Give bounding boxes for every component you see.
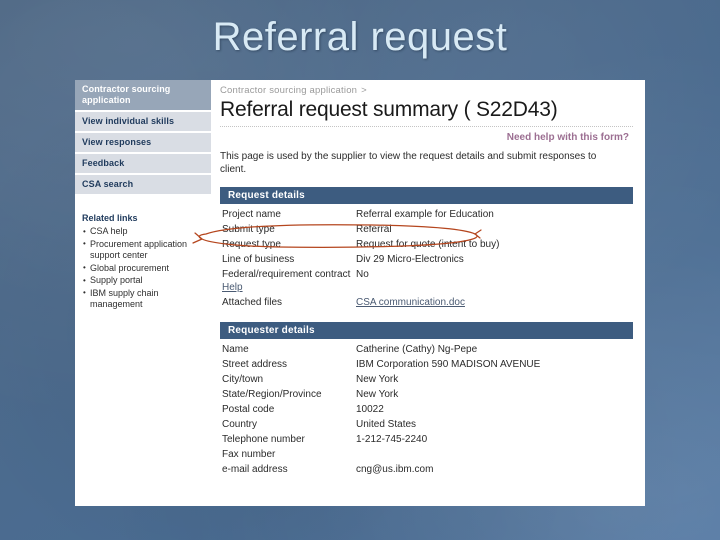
sidebar-item-label: View responses bbox=[82, 137, 152, 147]
related-link-csa-help[interactable]: CSA help bbox=[75, 226, 211, 239]
sidebar-item-csa-search[interactable]: CSA search bbox=[75, 175, 211, 196]
table-row: Postal code 10022 bbox=[220, 403, 633, 418]
table-row: Fax number bbox=[220, 448, 633, 463]
row-value: Catherine (Cathy) Ng-Pepe bbox=[356, 343, 478, 355]
sidebar-item-view-individual-skills[interactable]: View individual skills bbox=[75, 112, 211, 133]
row-label: Fax number bbox=[222, 448, 276, 460]
row-value: Referral bbox=[356, 224, 392, 235]
sidebar-item-label: Feedback bbox=[82, 158, 125, 168]
request-details-rows: Project name Referral example for Educat… bbox=[220, 208, 633, 311]
related-links-list: CSA help Procurement application support… bbox=[75, 226, 211, 312]
related-links-heading: Related links bbox=[82, 213, 138, 223]
breadcrumb: Contractor sourcing application > bbox=[220, 85, 633, 96]
row-value: No bbox=[356, 269, 369, 280]
breadcrumb-separator-icon: > bbox=[361, 85, 367, 96]
sidebar-item-view-responses[interactable]: View responses bbox=[75, 133, 211, 154]
need-help-link[interactable]: Need help with this form? bbox=[220, 132, 633, 143]
page-title: Referral request summary ( S22D43) bbox=[220, 98, 558, 121]
row-label: e-mail address bbox=[222, 463, 288, 475]
presentation-slide: Referral request Contractor sourcing app… bbox=[0, 0, 720, 540]
table-row: Attached files CSA communication.doc bbox=[220, 296, 633, 311]
row-label: Name bbox=[222, 343, 249, 355]
main-content: Contractor sourcing application > Referra… bbox=[211, 80, 645, 506]
row-value bbox=[356, 448, 633, 462]
row-label: Attached files bbox=[222, 296, 283, 308]
table-row: State/Region/Province New York bbox=[220, 388, 633, 403]
related-link-supply-portal[interactable]: Supply portal bbox=[75, 275, 211, 288]
attached-file-link[interactable]: CSA communication.doc bbox=[356, 297, 465, 308]
row-label-text: Federal/requirement contract bbox=[222, 269, 351, 280]
requester-details-rows: Name Catherine (Cathy) Ng-Pepe Street ad… bbox=[220, 343, 633, 478]
row-label: Country bbox=[222, 418, 258, 430]
table-row: Submit type Referral bbox=[220, 223, 633, 238]
sidebar-item-label: View individual skills bbox=[82, 116, 175, 126]
row-label: Postal code bbox=[222, 403, 275, 415]
row-value: Request for quote (intent to buy) bbox=[356, 239, 500, 250]
row-value: Div 29 Micro-Electronics bbox=[356, 254, 464, 265]
table-row: Country United States bbox=[220, 418, 633, 433]
row-label: State/Region/Province bbox=[222, 388, 322, 400]
table-row: e-mail address cng@us.ibm.com bbox=[220, 463, 633, 478]
table-row: Name Catherine (Cathy) Ng-Pepe bbox=[220, 343, 633, 358]
table-row: Request type Request for quote (intent t… bbox=[220, 238, 633, 253]
row-label: Submit type bbox=[222, 224, 275, 235]
related-link-global-procurement[interactable]: Global procurement bbox=[75, 262, 211, 276]
slide-title: Referral request bbox=[212, 15, 508, 59]
row-label: Telephone number bbox=[222, 433, 305, 445]
row-label: Project name bbox=[222, 209, 281, 220]
embedded-screenshot: Contractor sourcing application View ind… bbox=[75, 80, 645, 506]
row-value: CSA communication.doc bbox=[356, 296, 633, 310]
title-divider bbox=[220, 126, 633, 127]
sidebar-item-label: Contractor sourcing application bbox=[82, 84, 171, 105]
table-row: Telephone number 1-212-745-2240 bbox=[220, 433, 633, 448]
help-link[interactable]: Help bbox=[222, 282, 243, 293]
row-value: cng@us.ibm.com bbox=[356, 463, 434, 475]
sidebar-item-contractor-sourcing-application[interactable]: Contractor sourcing application bbox=[75, 80, 211, 112]
section-header-request-details: Request details bbox=[220, 187, 633, 204]
related-link-procurement-application-support-center[interactable]: Procurement application support center bbox=[75, 238, 211, 263]
table-row: Federal/requirement contract Help No bbox=[220, 268, 633, 296]
row-label: Request type bbox=[222, 239, 281, 250]
table-row: Project name Referral example for Educat… bbox=[220, 208, 633, 223]
row-label: City/town bbox=[222, 373, 264, 385]
table-row: Street address IBM Corporation 590 MADIS… bbox=[220, 358, 633, 373]
table-row: City/town New York bbox=[220, 373, 633, 388]
row-value: United States bbox=[356, 418, 417, 430]
sidebar-item-label: CSA search bbox=[82, 179, 134, 189]
section-header-requester-details: Requester details bbox=[220, 321, 633, 339]
row-label: Line of business bbox=[222, 254, 295, 265]
row-value: New York bbox=[356, 373, 399, 385]
related-link-ibm-supply-chain-management[interactable]: IBM supply chain management bbox=[75, 287, 211, 312]
sidebar: Contractor sourcing application View ind… bbox=[75, 80, 211, 506]
row-value: IBM Corporation 590 MADISON AVENUE bbox=[356, 358, 541, 370]
row-value: 1-212-745-2240 bbox=[356, 433, 428, 445]
breadcrumb-item-contractor-sourcing-application[interactable]: Contractor sourcing application bbox=[220, 85, 357, 96]
row-value: Referral example for Education bbox=[356, 209, 494, 220]
row-label: Street address bbox=[222, 358, 288, 370]
row-label: Federal/requirement contract Help bbox=[222, 268, 356, 294]
intro-text: This page is used by the supplier to vie… bbox=[220, 151, 597, 175]
row-value: 10022 bbox=[356, 403, 384, 415]
row-value: New York bbox=[356, 388, 399, 400]
sidebar-item-feedback[interactable]: Feedback bbox=[75, 154, 211, 175]
table-row: Line of business Div 29 Micro-Electronic… bbox=[220, 253, 633, 268]
